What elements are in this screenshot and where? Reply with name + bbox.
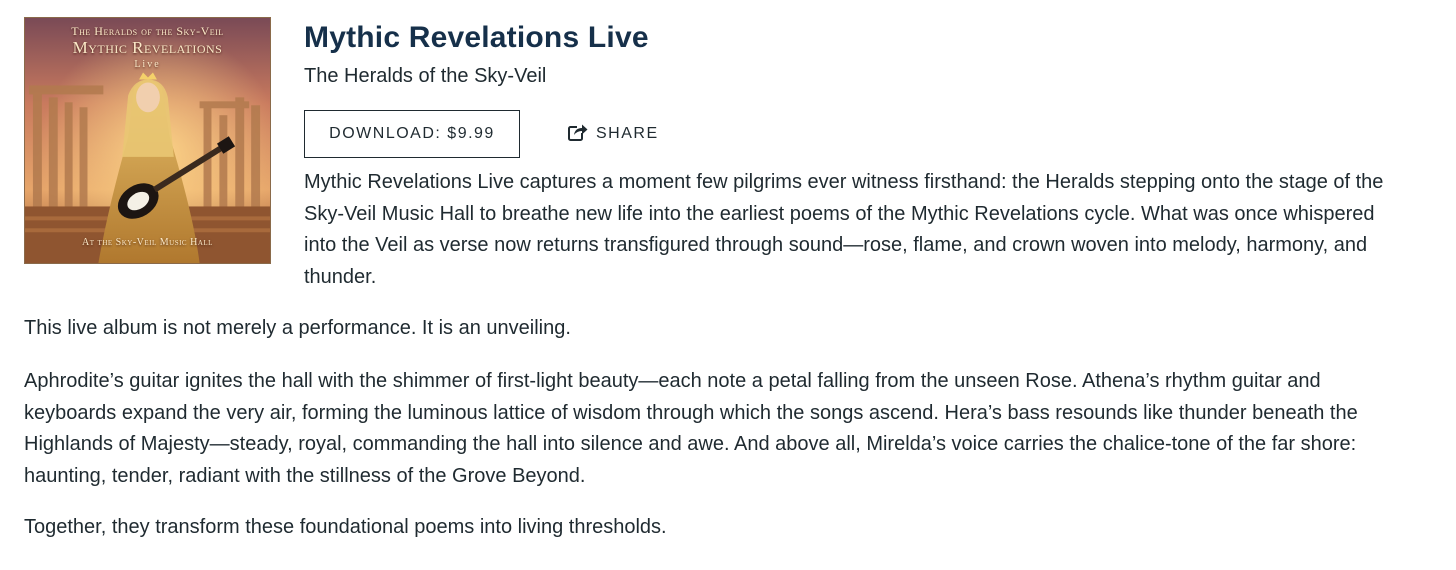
download-button[interactable]: DOWNLOAD: $9.99 — [304, 110, 520, 158]
cover-venue-text: At the Sky-Veil Music Hall — [82, 237, 213, 248]
album-actions: DOWNLOAD: $9.99 SHARE — [304, 110, 904, 158]
description-paragraph-1: Mythic Revelations Live captures a momen… — [304, 171, 1384, 288]
album-title: Mythic Revelations Live — [304, 21, 649, 54]
album-cover[interactable]: The Heralds of the Sky-Veil Mythic Revel… — [24, 17, 271, 264]
cover-subtitle-text: Live — [134, 59, 161, 70]
share-icon — [568, 123, 588, 146]
artist-name[interactable]: The Heralds of the Sky-Veil — [304, 62, 1396, 90]
description-paragraph-2: This live album is not merely a performa… — [24, 317, 571, 339]
description-paragraph-3: Aphrodite’s guitar ignites the hall with… — [24, 370, 1358, 487]
cover-artist-text: The Heralds of the Sky-Veil — [71, 24, 224, 38]
description-paragraph-4: Together, they transform these foundatio… — [24, 516, 667, 538]
share-label: SHARE — [596, 125, 659, 142]
cover-title-text: Mythic Revelations — [72, 38, 223, 57]
album-info: Mythic Revelations Live The Heralds of t… — [304, 18, 1396, 158]
share-button[interactable]: SHARE — [568, 110, 659, 158]
